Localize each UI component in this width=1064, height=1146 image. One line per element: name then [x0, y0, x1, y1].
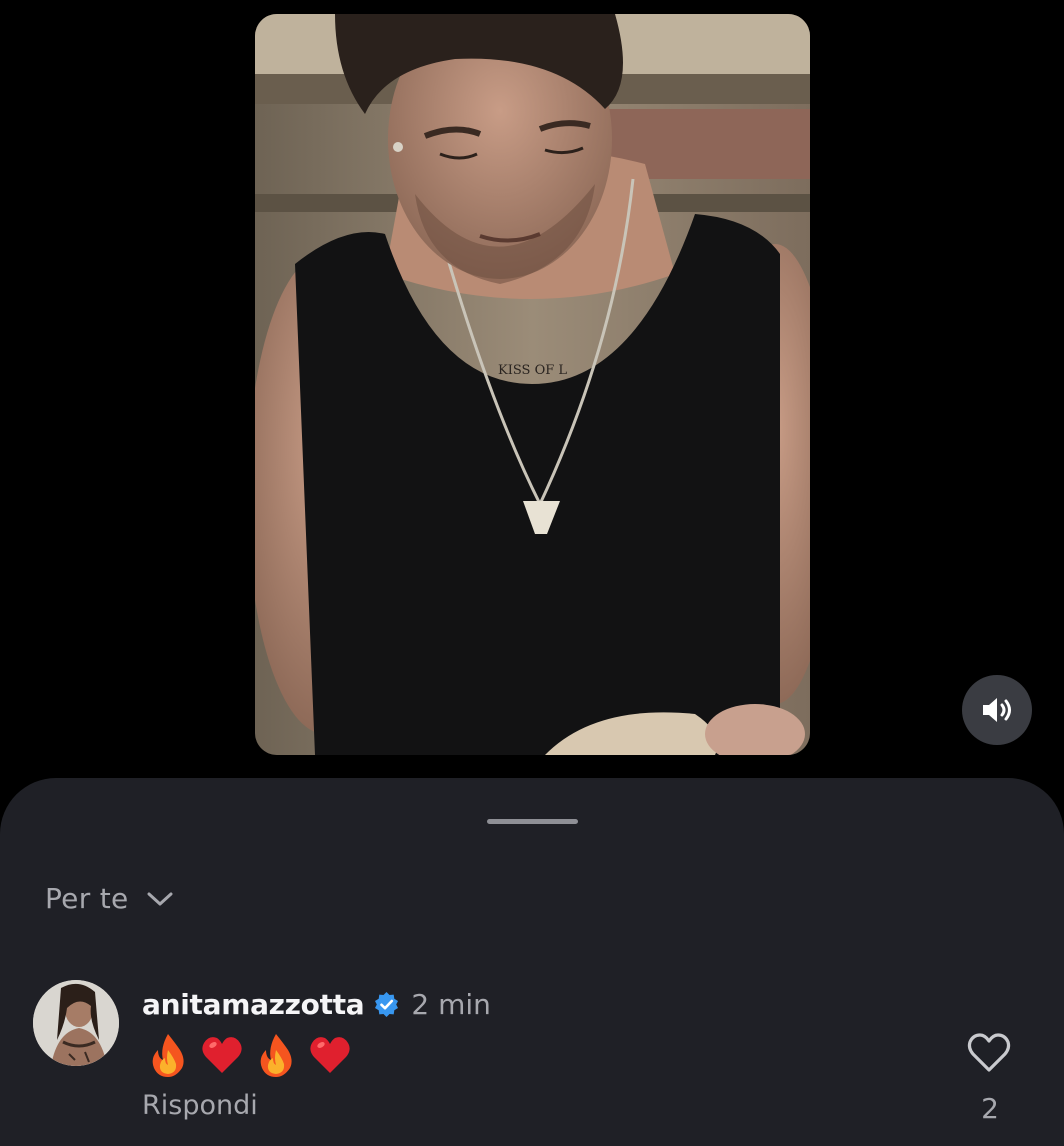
like-count: 2: [981, 1092, 999, 1125]
comment-header: anitamazzotta 2 min: [142, 984, 491, 1024]
reply-button[interactable]: Rispondi: [142, 1090, 258, 1121]
like-heart-icon[interactable]: [966, 1032, 1012, 1074]
comments-sheet: Per te anitamazzotta 2 min Rispondi 2: [0, 778, 1064, 1146]
comment-timestamp: 2 min: [411, 987, 491, 1021]
avatar[interactable]: [33, 980, 119, 1066]
comment-text: [146, 1032, 352, 1078]
comment-username[interactable]: anitamazzotta: [142, 988, 365, 1021]
reel-video-frame: KISS OF L: [255, 14, 810, 755]
comment-item: anitamazzotta 2 min Rispondi 2: [0, 976, 1064, 1146]
speaker-icon: [983, 698, 1011, 722]
tattoo-text: KISS OF L: [498, 363, 567, 378]
verified-badge-icon: [375, 991, 399, 1017]
red-heart-emoji-icon: [202, 1037, 242, 1073]
chevron-down-icon: [147, 892, 173, 905]
reel-video[interactable]: KISS OF L: [255, 14, 810, 755]
sheet-grabber[interactable]: [487, 819, 578, 824]
audio-toggle-button[interactable]: [962, 675, 1032, 745]
filter-label: Per te: [45, 882, 129, 915]
screen: KISS OF L Per te anitamazzotta 2 min Ris…: [0, 0, 1064, 1146]
fire-emoji-icon: [152, 1034, 184, 1077]
fire-emoji-icon: [260, 1034, 292, 1077]
comments-filter-dropdown[interactable]: Per te: [45, 882, 173, 915]
avatar-image: [33, 980, 119, 1066]
red-heart-emoji-icon: [310, 1037, 350, 1073]
